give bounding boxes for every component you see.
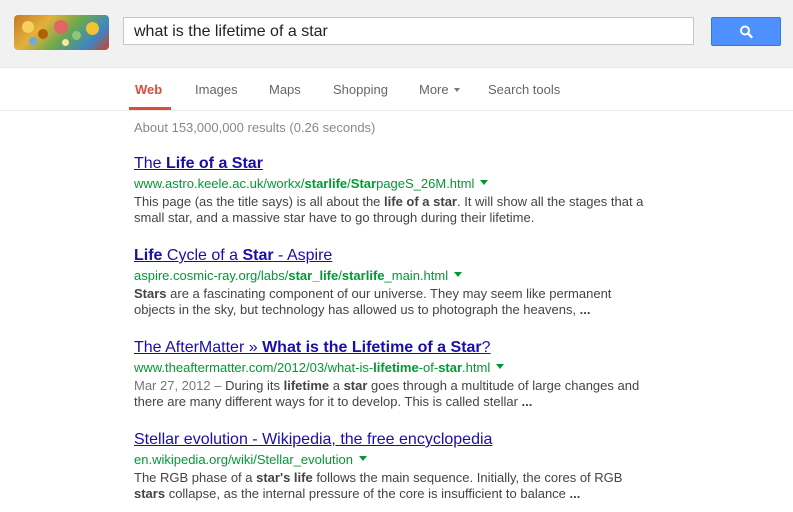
chevron-down-icon[interactable] [358,456,367,462]
result-title-link[interactable]: Life Cycle of a Star - Aspire [134,246,654,266]
snippet-text-bold: Stars [134,286,167,301]
title-text-bold: What is the Lifetime of a Star [262,339,482,356]
tab-more-label: More [419,82,449,97]
snippet-text: collapse, as the internal pressure of th… [165,486,570,501]
search-result: The AfterMatter » What is the Lifetime o… [134,338,654,410]
header-bar: what is the lifetime of a star [0,0,793,68]
search-result: Life Cycle of a Star - Aspire aspire.cos… [134,246,654,318]
search-tabs: Web Images Maps Shopping More Search too… [0,68,793,111]
url-text: www.theaftermatter.com/2012/03/what-is- [134,360,374,375]
chevron-down-icon[interactable] [480,180,489,186]
title-text: - Aspire [273,247,333,264]
result-title-link[interactable]: The Life of a Star [134,154,654,174]
url-text: en.wikipedia.org/wiki/Stellar_evolution [134,452,353,467]
tab-search-tools[interactable]: Search tools [488,82,560,97]
result-url: www.theaftermatter.com/2012/03/what-is-l… [134,359,654,376]
result-title-link[interactable]: The AfterMatter » What is the Lifetime o… [134,338,654,358]
result-stats: About 153,000,000 results (0.26 seconds) [134,120,376,135]
snippet-text: During its [225,378,284,393]
tab-web[interactable]: Web [135,82,162,97]
tab-shopping[interactable]: Shopping [333,82,388,97]
search-result: The Life of a Star www.astro.keele.ac.uk… [134,154,654,226]
snippet-text: a [329,378,344,393]
tab-more[interactable]: More [419,82,460,97]
url-text-bold: starlife [304,176,348,191]
tab-maps[interactable]: Maps [269,82,301,97]
url-text-bold: lifetime [373,360,419,375]
title-text: Cycle of a [162,247,243,264]
snippet-text-bold: star [343,378,368,393]
snippet-text-bold: ... [521,394,533,409]
snippet-text-bold: lifetime [283,378,330,393]
result-snippet: This page (as the title says) is all abo… [134,194,654,226]
result-url: aspire.cosmic-ray.org/labs/star_life/sta… [134,267,654,284]
snippet-text-bold: ... [579,302,591,317]
title-text-bold: Life of a Star [166,155,263,172]
title-text: The [134,155,167,172]
result-snippet: Stars are a fascinating component of our… [134,286,654,318]
result-snippet: The RGB phase of a star's life follows t… [134,470,654,502]
chevron-down-icon[interactable] [454,272,463,278]
search-result: Stellar evolution - Wikipedia, the free … [134,430,654,502]
url-text-bold: star_life [288,268,339,283]
search-input[interactable]: what is the lifetime of a star [123,17,694,45]
url-text: aspire.cosmic-ray.org/labs/ [134,268,289,283]
url-text-bold: starlife [341,268,385,283]
result-title-link[interactable]: Stellar evolution - Wikipedia, the free … [134,430,654,450]
url-text: -of- [418,360,439,375]
title-text: ? [481,339,491,356]
snippet-text: follows the main sequence. Initially, th… [312,470,623,485]
search-icon [740,25,753,39]
active-tab-indicator [129,107,171,110]
chevron-down-icon[interactable] [496,364,505,370]
search-query-text: what is the lifetime of a star [134,23,328,40]
snippet-text-bold: ... [569,486,581,501]
snippet-text-bold: star's life [256,470,313,485]
tab-images[interactable]: Images [195,82,238,97]
snippet-text-bold: life of a star [384,194,457,209]
title-text-bold: Life [134,247,163,264]
title-text: The AfterMatter » [134,339,263,356]
snippet-text: This page (as the title says) is all abo… [134,194,385,209]
chevron-down-icon [453,87,460,92]
title-text: Stellar evolution - Wikipedia, the free … [134,431,493,448]
url-text: www.astro.keele.ac.uk/workx/ [134,176,305,191]
url-text: .html [462,360,491,375]
url-text: _main.html [384,268,449,283]
snippet-text: are a fascinating component of our unive… [134,286,612,317]
result-url: www.astro.keele.ac.uk/workx/starlife/Sta… [134,175,654,192]
url-text-bold: Star [350,176,377,191]
url-text: pageS_26M.html [376,176,475,191]
search-button[interactable] [711,17,781,46]
google-doodle-logo[interactable] [14,15,109,50]
result-url: en.wikipedia.org/wiki/Stellar_evolution [134,451,654,468]
url-text-bold: star [438,360,463,375]
result-date: Mar 27, 2012 – [134,378,226,393]
title-text-bold: Star [242,247,274,264]
result-snippet: Mar 27, 2012 – During its lifetime a sta… [134,378,654,410]
snippet-text: The RGB phase of a [134,470,257,485]
snippet-text-bold: stars [134,486,166,501]
